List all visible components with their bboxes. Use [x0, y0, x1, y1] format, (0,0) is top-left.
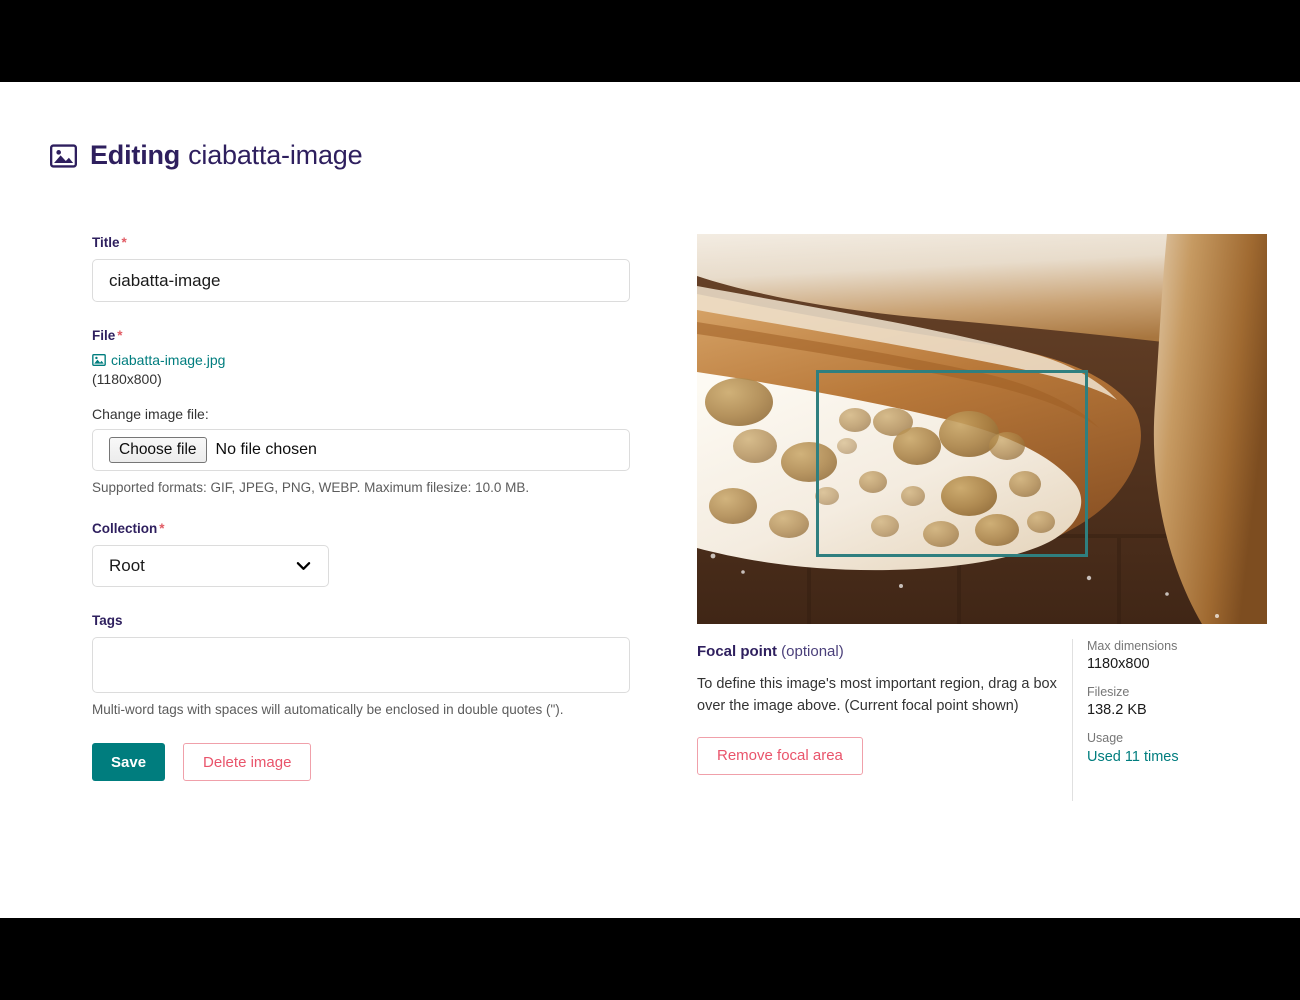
image-preview[interactable]: [697, 234, 1267, 624]
required-marker: *: [117, 328, 123, 343]
page-title: Editing ciabatta-image: [90, 140, 363, 170]
image-icon: [50, 143, 77, 168]
file-help-text: Supported formats: GIF, JPEG, PNG, WEBP.…: [92, 480, 530, 495]
choose-file-button[interactable]: Choose file: [109, 436, 207, 464]
title-input[interactable]: ciabatta-image: [92, 259, 630, 302]
field-collection: Collection * Root: [92, 521, 630, 587]
page-title-action: Editing: [90, 140, 181, 170]
remove-focal-area-button[interactable]: Remove focal area: [697, 736, 863, 775]
tags-input[interactable]: [92, 637, 630, 693]
meta-item: Usage Used 11 times: [1087, 731, 1179, 766]
image-icon: [92, 354, 106, 366]
current-file-link[interactable]: ciabatta-image.jpg: [111, 352, 225, 368]
focal-point-description: To define this image's most important re…: [697, 676, 1057, 715]
tags-help-text: Multi-word tags with spaces will automat…: [92, 702, 564, 717]
meta-label: Usage: [1087, 731, 1124, 745]
field-title: Title * ciabatta-image: [92, 235, 630, 302]
page-viewport: Editing ciabatta-image Title * ciabatta-im…: [0, 82, 1300, 918]
image-meta-panel: Max dimensions 1180x800 Filesize 138.2 K…: [1072, 639, 1179, 801]
meta-label: Max dimensions: [1087, 639, 1178, 653]
page-header: Editing ciabatta-image: [50, 140, 363, 170]
collection-selected-value: Root: [109, 556, 145, 575]
title-label: Title *: [92, 235, 127, 250]
file-dimensions: (1180x800): [92, 371, 162, 387]
collection-select[interactable]: Root: [92, 545, 329, 587]
collection-label: Collection *: [92, 521, 165, 536]
required-marker: *: [121, 235, 127, 250]
chevron-down-icon: [296, 562, 311, 570]
focal-point-section: Focal point (optional) To define this im…: [697, 643, 1072, 775]
current-file-row: ciabatta-image.jpg: [92, 352, 630, 368]
edit-form: Title * ciabatta-image File * ciabatta-ima…: [92, 235, 630, 781]
file-upload-input[interactable]: Choose file No file chosen: [92, 429, 630, 471]
meta-item: Max dimensions 1180x800: [1087, 639, 1179, 672]
meta-item: Filesize 138.2 KB: [1087, 685, 1179, 718]
tags-label: Tags: [92, 613, 123, 628]
field-tags: Tags Multi-word tags with spaces will au…: [92, 613, 630, 717]
meta-value-filesize: 138.2 KB: [1087, 702, 1147, 718]
usage-link[interactable]: Used 11 times: [1087, 749, 1179, 765]
meta-label: Filesize: [1087, 685, 1130, 699]
focal-point-optional-text: (optional): [781, 643, 844, 660]
focal-point-heading-text: Focal point: [697, 643, 777, 660]
page-title-object: ciabatta-image: [188, 140, 363, 170]
change-file-label: Change image file:: [92, 406, 209, 422]
focal-point-heading: Focal point (optional): [697, 643, 1072, 660]
delete-image-button[interactable]: Delete image: [183, 743, 312, 781]
field-file: File * ciabatta-image.jpg (1180x800) Chan…: [92, 328, 630, 495]
meta-value-max-dimensions: 1180x800: [1087, 656, 1150, 672]
file-label: File *: [92, 328, 123, 343]
required-marker: *: [159, 521, 165, 536]
focal-point-box[interactable]: [816, 370, 1088, 558]
save-button[interactable]: Save: [92, 743, 166, 781]
form-actions: Save Delete image: [92, 743, 630, 781]
focal-meta-row: Focal point (optional) To define this im…: [697, 639, 1267, 801]
preview-column: Focal point (optional) To define this im…: [697, 234, 1267, 801]
no-file-chosen-text: No file chosen: [215, 441, 317, 458]
